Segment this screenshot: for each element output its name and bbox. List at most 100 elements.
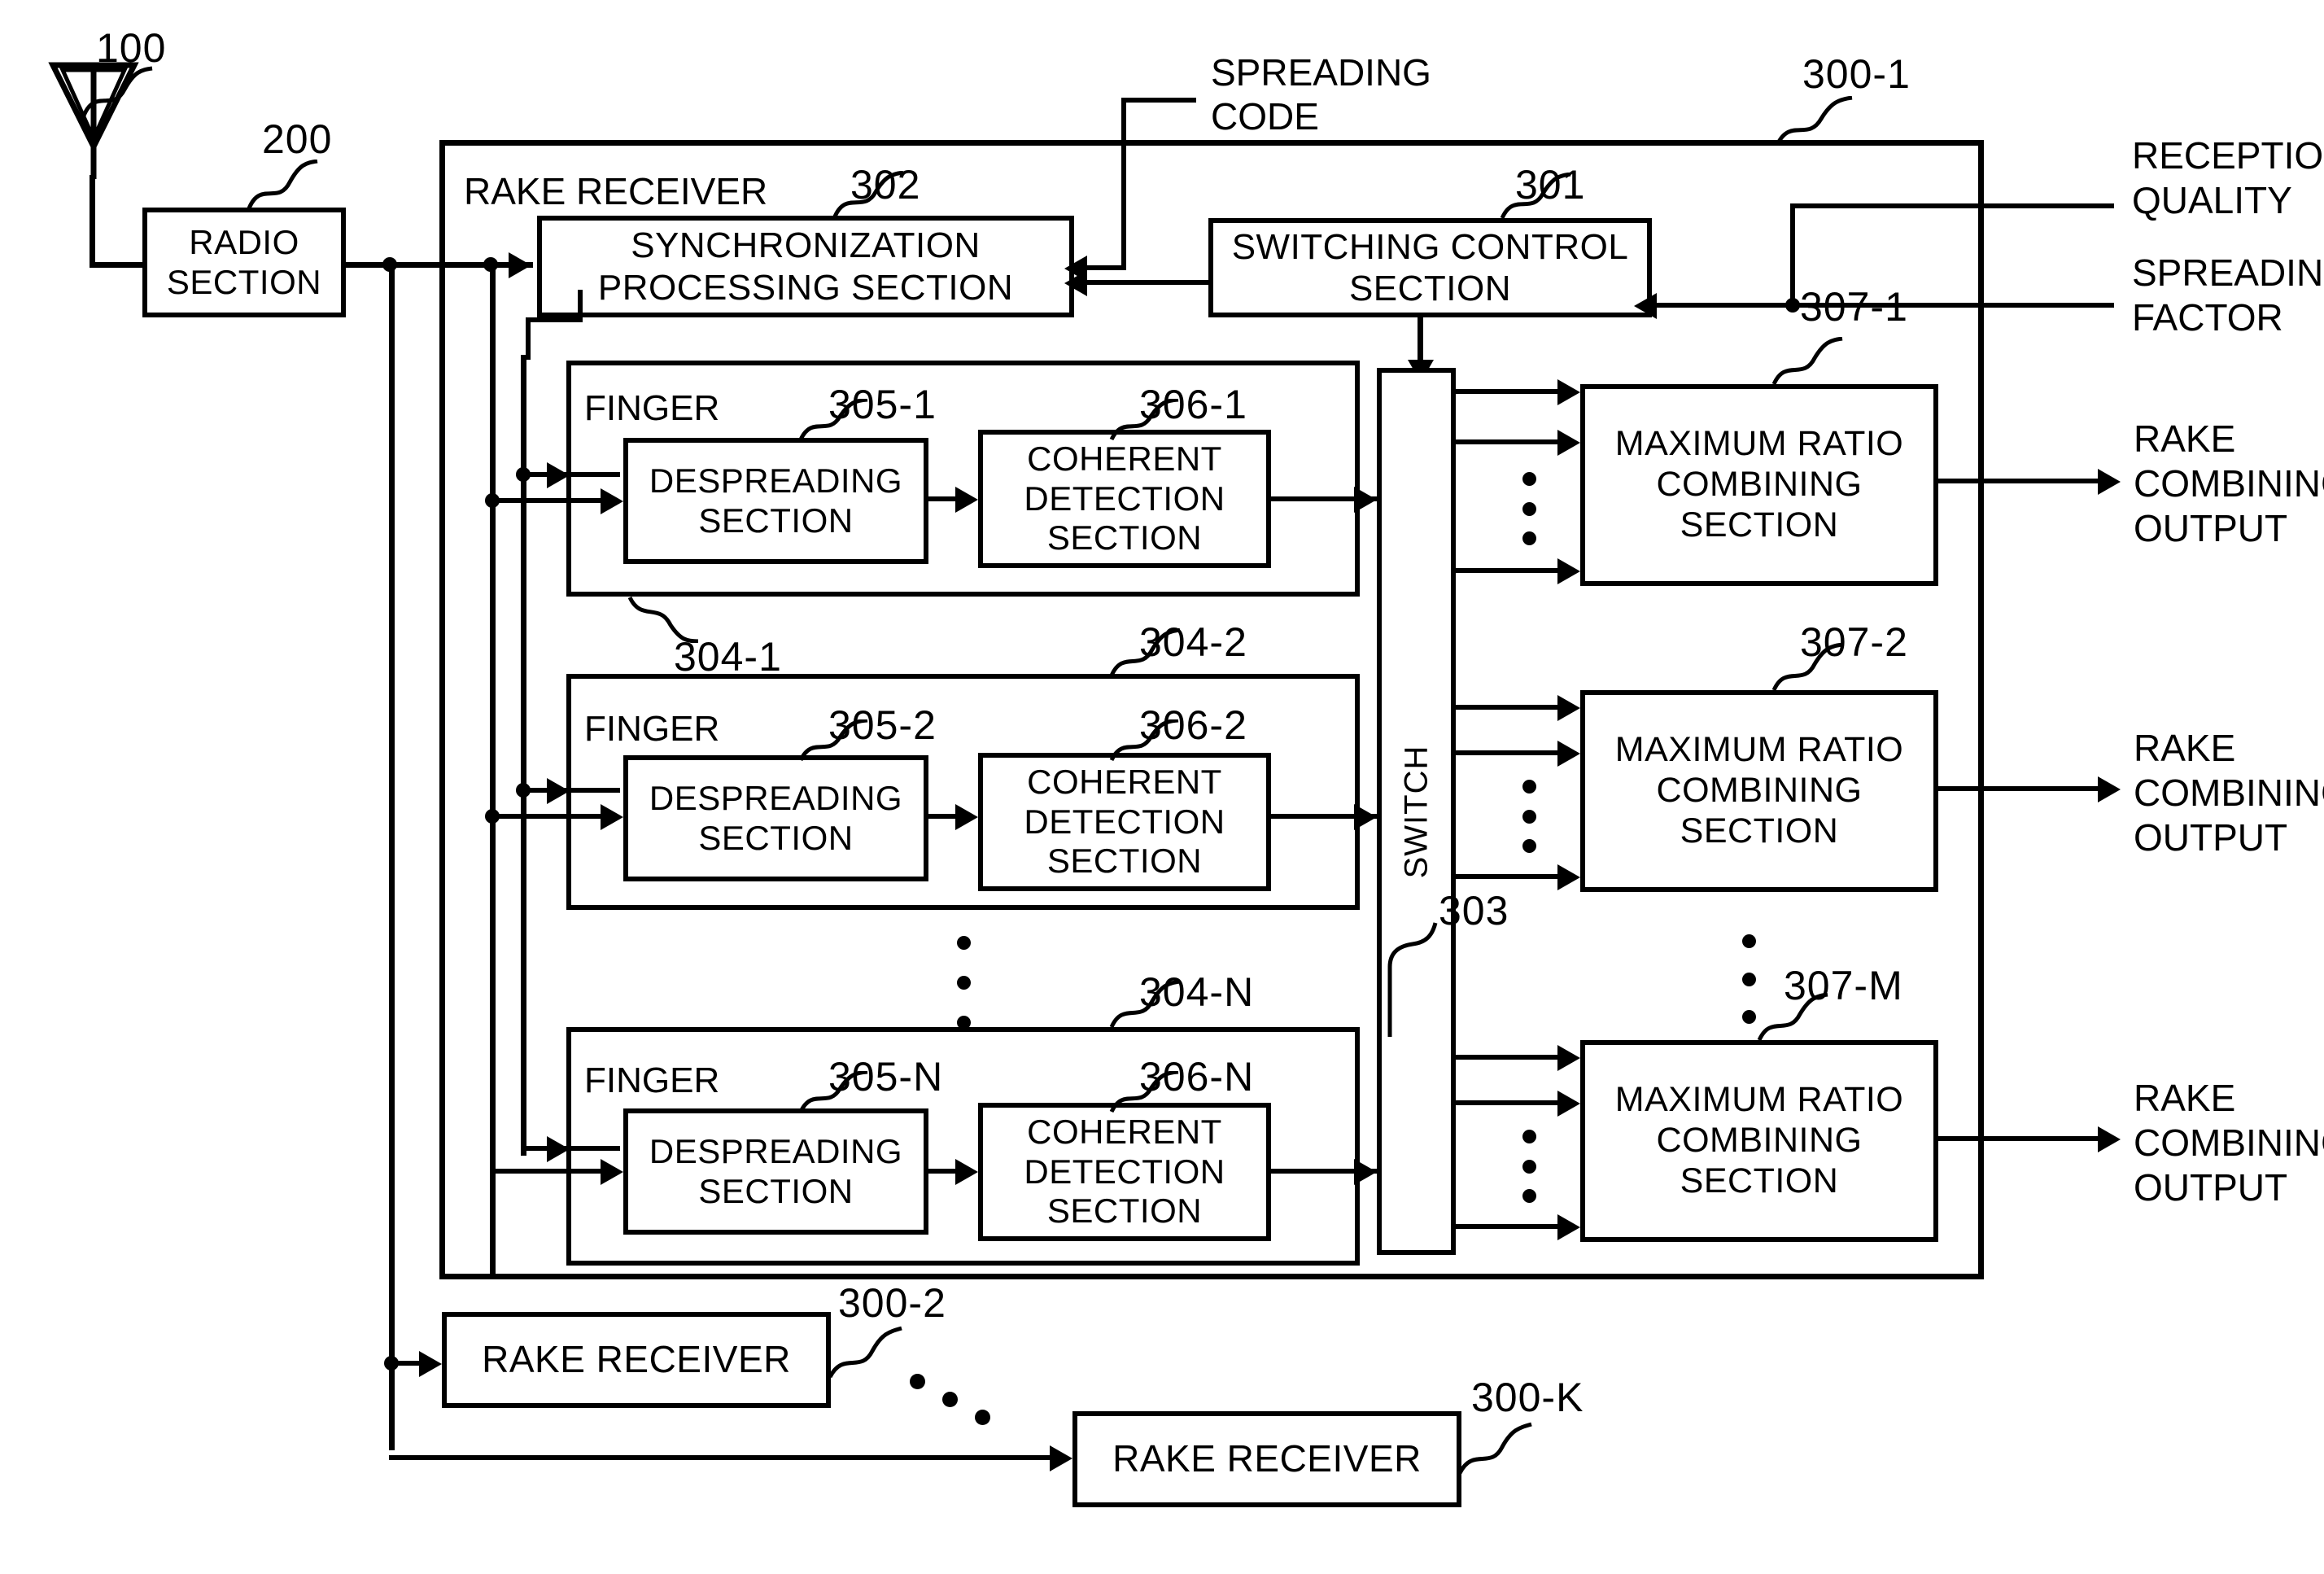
- rake-receivers-diagonal-ellipsis: [910, 1374, 1016, 1429]
- spreading-code-stub-line: [1121, 98, 1196, 103]
- combm-input-ellipsis: [1522, 1130, 1537, 1203]
- bus-line-to-rake-k: [389, 262, 395, 1450]
- fingern-data-in-arrowhead: [601, 1159, 623, 1185]
- rake-receiver-2-leader-line: [828, 1326, 902, 1379]
- finger-label-1: FINGER: [584, 388, 720, 428]
- ref-sync-section: 302: [850, 162, 921, 208]
- switch-to-comb1-line-b: [1456, 439, 1563, 444]
- switch-label: SWITCH: [1398, 745, 1435, 878]
- ref-rake-receiver-2: 300-2: [838, 1280, 946, 1326]
- fingern-timing-arrowhead: [547, 1136, 570, 1162]
- combm-in-arrowhead-c: [1557, 1214, 1580, 1240]
- finger1-data-dot: [485, 493, 500, 508]
- coherent-detection-section-2: COHERENT DETECTION SECTION: [978, 753, 1271, 891]
- switch-in-arrowhead-n: [1354, 1159, 1377, 1185]
- rake-combining-output-1: RAKE COMBINING OUTPUT: [2134, 418, 2324, 550]
- combm-output-arrowhead: [2098, 1126, 2121, 1152]
- radio-section-block: RADIO SECTION: [142, 208, 346, 317]
- maximum-ratio-combining-label-m: MAXIMUM RATIO COMBINING SECTION: [1614, 1080, 1904, 1200]
- comb1-output-arrowhead: [2098, 469, 2121, 495]
- switch-to-combm-line-b: [1456, 1100, 1563, 1105]
- combiner-vertical-ellipsis: [1741, 934, 1757, 1024]
- radio-section-leader-line: [247, 160, 318, 210]
- coherent-detection-label-n: COHERENT DETECTION SECTION: [1024, 1112, 1225, 1231]
- ref-combiner-m: 307-M: [1784, 963, 1903, 1008]
- comb2-output-line: [1938, 786, 2109, 791]
- maximum-ratio-combining-2: MAXIMUM RATIO COMBINING SECTION: [1580, 690, 1938, 892]
- ref-combiner-2: 307-2: [1800, 619, 1908, 665]
- switching-control-label: SWITCHING CONTROL SECTION: [1231, 226, 1629, 308]
- fingern-data-in-line: [490, 1169, 604, 1174]
- maximum-ratio-combining-label-1: MAXIMUM RATIO COMBINING SECTION: [1614, 424, 1904, 544]
- switch-in-arrowhead-1: [1354, 487, 1377, 513]
- rake-receiver-2-block: RAKE RECEIVER: [442, 1312, 831, 1408]
- spreading-factor-arrowhead: [1634, 293, 1657, 319]
- bus-rake2-junction-dot: [384, 1356, 399, 1371]
- sync-output-down-line: [526, 317, 531, 360]
- combm-in-arrowhead-a: [1557, 1045, 1580, 1071]
- finger1-timing-in-line: [521, 472, 620, 477]
- finger2-data-in-line: [490, 814, 604, 819]
- rake-receiver-2-label: RAKE RECEIVER: [482, 1338, 791, 1381]
- maximum-ratio-combining-m: MAXIMUM RATIO COMBINING SECTION: [1580, 1040, 1938, 1242]
- finger2-data-in-arrowhead: [601, 804, 623, 830]
- reception-quality-label: RECEPTION QUALITY: [2132, 134, 2324, 222]
- fingern-mid-arrowhead: [955, 1159, 978, 1185]
- finger2-timing-arrowhead: [547, 778, 570, 804]
- comb1-in-arrowhead-c: [1557, 558, 1580, 584]
- antenna-feed-line: [90, 175, 95, 265]
- reception-quality-drop-line: [1790, 203, 1795, 306]
- rake-receiver-k-label: RAKE RECEIVER: [1112, 1437, 1422, 1480]
- sync-output-right-stub: [578, 290, 583, 321]
- switch-to-comb1-line-a: [1456, 389, 1563, 394]
- coherent-detection-label-2: COHERENT DETECTION SECTION: [1024, 762, 1225, 881]
- switch-block: SWITCH: [1377, 368, 1456, 1255]
- ref-coherent-1: 306-1: [1139, 382, 1247, 427]
- comb2-in-arrowhead-c: [1557, 864, 1580, 890]
- sync-output-left-line: [526, 317, 583, 322]
- finger-label-2: FINGER: [584, 709, 720, 749]
- reception-quality-branch-line: [1790, 203, 1985, 208]
- maximum-ratio-combining-label-2: MAXIMUM RATIO COMBINING SECTION: [1614, 730, 1904, 850]
- despreading-section-label-2: DESPREADING SECTION: [649, 778, 903, 857]
- reception-quality-junction-dot: [1785, 298, 1800, 313]
- comb2-input-ellipsis: [1522, 780, 1537, 853]
- ref-rake-receiver: 300-1: [1802, 51, 1911, 97]
- ref-rake-receiver-k: 300-K: [1471, 1375, 1584, 1420]
- ref-antenna: 100: [96, 25, 167, 71]
- radio-section-label: RADIO SECTION: [166, 222, 322, 301]
- finger2-mid-arrowhead: [955, 804, 978, 830]
- comb1-input-ellipsis: [1522, 472, 1537, 545]
- comb2-in-arrowhead-b: [1557, 741, 1580, 767]
- despreading-section-1: DESPREADING SECTION: [623, 438, 928, 564]
- patent-figure: 100 RADIO SECTION 200 RAKE RECEIVER 300-…: [0, 0, 2324, 1574]
- spreading-factor-label: SPREADING FACTOR: [2132, 251, 2324, 339]
- combm-in-arrowhead-b: [1557, 1091, 1580, 1117]
- rake-combining-output-m: RAKE COMBINING OUTPUT: [2134, 1077, 2324, 1209]
- finger1-data-in-line: [490, 498, 604, 503]
- synchronization-processing-block: SYNCHRONIZATION PROCESSING SECTION: [537, 216, 1074, 317]
- antenna-icon: [48, 62, 139, 179]
- switching-control-block: SWITCHING CONTROL SECTION: [1208, 218, 1652, 317]
- ref-coherent-n: 306-N: [1139, 1054, 1255, 1100]
- coherent-detection-section-n: COHERENT DETECTION SECTION: [978, 1103, 1271, 1241]
- comb1-in-arrowhead-b: [1557, 430, 1580, 456]
- finger2-timing-dot: [516, 783, 531, 798]
- reception-quality-input-line: [1984, 203, 2114, 208]
- coherent-detection-section-1: COHERENT DETECTION SECTION: [978, 430, 1271, 568]
- finger1-timing-arrowhead: [547, 462, 570, 488]
- despreading-section-label-n: DESPREADING SECTION: [649, 1131, 903, 1210]
- switch-to-combm-line-c: [1456, 1224, 1563, 1229]
- comb1-output-line: [1938, 479, 2109, 483]
- spreading-code-drop-line: [1121, 98, 1126, 270]
- finger1-mid-arrowhead: [955, 487, 978, 513]
- finger2-timing-in-line: [521, 788, 620, 793]
- switching-control-to-sync-arrowhead: [1064, 270, 1087, 296]
- maximum-ratio-combining-1: MAXIMUM RATIO COMBINING SECTION: [1580, 384, 1938, 586]
- comb2-in-arrowhead-a: [1557, 695, 1580, 721]
- switch-to-combm-line-a: [1456, 1055, 1563, 1060]
- ref-switch: 303: [1439, 888, 1509, 933]
- despreading-section-n: DESPREADING SECTION: [623, 1108, 928, 1235]
- finger1-timing-dot: [516, 467, 531, 482]
- switch-to-comb2-line-b: [1456, 750, 1563, 755]
